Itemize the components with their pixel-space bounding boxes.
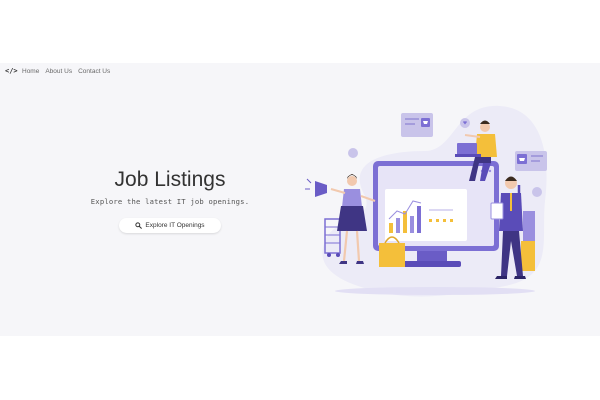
floating-card-cart-right (515, 151, 547, 171)
hero-illustration (305, 105, 547, 297)
search-icon (135, 222, 143, 229)
brand-logo[interactable]: </> (5, 67, 18, 75)
floating-card-cart-left (401, 113, 433, 137)
floating-bubble-right (532, 187, 542, 197)
nav-links: Home About Us Contact Us (22, 68, 110, 75)
hero-title: Job Listings (114, 168, 226, 191)
floating-bubble-left (348, 148, 358, 158)
explore-openings-button[interactable]: Explore IT Openings (119, 218, 221, 233)
page: </> Home About Us Contact Us Job Listing… (0, 63, 600, 336)
nav-link-about[interactable]: About Us (45, 68, 72, 75)
nav-link-contact[interactable]: Contact Us (78, 68, 110, 75)
hero-subtitle: Explore the latest IT job openings. (90, 197, 250, 206)
nav-link-home[interactable]: Home (22, 68, 39, 75)
explore-openings-label: Explore IT Openings (145, 222, 205, 229)
navbar: </> Home About Us Contact Us (0, 63, 600, 81)
